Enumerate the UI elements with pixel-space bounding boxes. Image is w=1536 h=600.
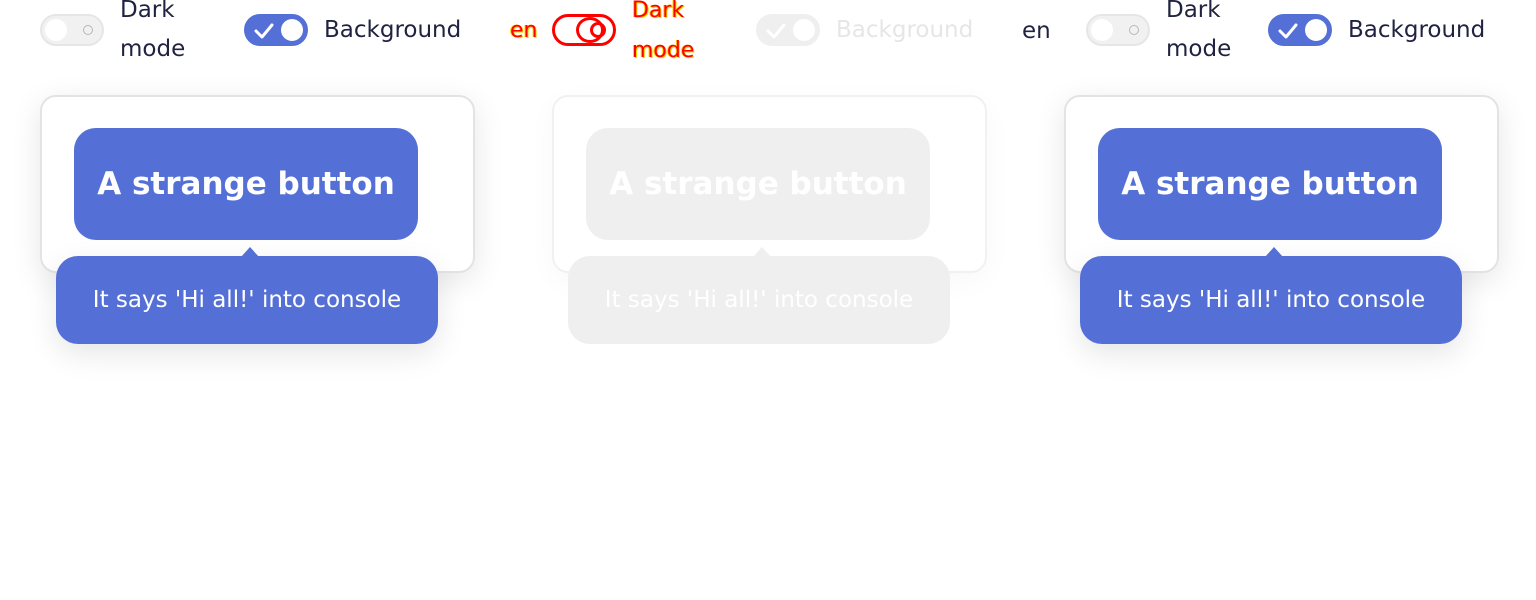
tooltip-arrow xyxy=(1265,247,1283,257)
toggle-knob xyxy=(45,19,67,41)
toggle-knob xyxy=(281,19,303,41)
background-toggle[interactable] xyxy=(1268,14,1332,46)
strange-button[interactable]: A strange button xyxy=(74,128,418,240)
check-icon xyxy=(1278,23,1298,39)
tooltip: It says 'Hi all!' into console xyxy=(56,247,438,344)
tooltip: It says 'Hi all!' into console xyxy=(568,247,950,344)
check-icon xyxy=(766,23,786,39)
tooltip: It says 'Hi all!' into console xyxy=(1080,247,1462,344)
language-label: en xyxy=(510,18,538,43)
tooltip-text: It says 'Hi all!' into console xyxy=(92,287,402,313)
background-label: Background xyxy=(1348,17,1486,43)
toggle-knob xyxy=(1091,19,1113,41)
dark-mode-label: Dark mode xyxy=(632,0,695,63)
dark-mode-toggle[interactable] xyxy=(1086,14,1150,46)
circle-icon xyxy=(1129,25,1139,35)
dark-mode-label: Dark mode xyxy=(1166,0,1232,62)
background-toggle[interactable] xyxy=(244,14,308,46)
strange-button[interactable]: A strange button xyxy=(1098,128,1442,240)
toggle-knob xyxy=(793,19,815,41)
panel-left: Dark mode Background A strange button It… xyxy=(0,0,512,600)
background-toggle[interactable] xyxy=(756,14,820,46)
tooltip-arrow xyxy=(241,247,259,257)
strange-button[interactable]: A strange button xyxy=(586,128,930,240)
tooltip-text: It says 'Hi all!' into console xyxy=(604,287,914,313)
tooltip-text: It says 'Hi all!' into console xyxy=(1116,287,1426,313)
check-icon xyxy=(254,23,274,39)
panel-right: Dark mode Background A strange button It… xyxy=(1024,0,1536,600)
dark-mode-toggle[interactable] xyxy=(40,14,104,46)
background-label: Background xyxy=(836,17,974,43)
background-label: Background xyxy=(324,17,462,43)
circle-icon xyxy=(590,22,606,38)
dark-mode-label: Dark mode xyxy=(120,0,186,62)
toggle-knob xyxy=(1305,19,1327,41)
panel-middle: en Dark mode Background en A strange but… xyxy=(510,0,1051,600)
circle-icon xyxy=(83,25,93,35)
tooltip-arrow xyxy=(753,247,771,257)
